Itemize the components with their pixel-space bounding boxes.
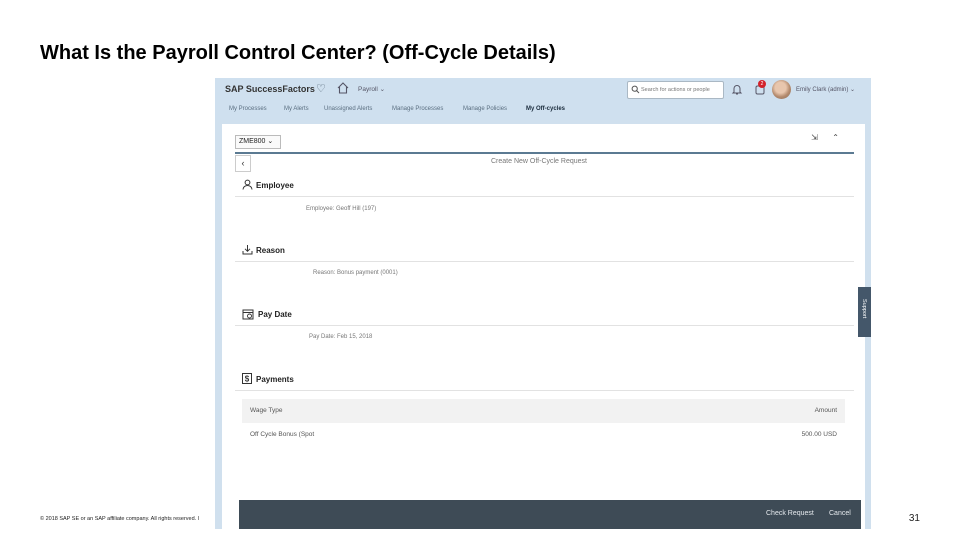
page-number: 31 bbox=[908, 513, 920, 524]
column-header: Amount bbox=[814, 407, 837, 414]
download-icon bbox=[242, 245, 253, 255]
app-screenshot: SAP SuccessFactors ♡ Payroll ⌄ 2 Emily C… bbox=[215, 78, 871, 529]
reason-field: Reason: Bonus payment (0001) bbox=[313, 270, 398, 276]
table-header: Wage Type Amount bbox=[242, 399, 845, 423]
section-pay-date-title: Pay Date bbox=[258, 310, 292, 319]
section-payments-title: Payments bbox=[256, 375, 294, 384]
user-menu[interactable]: Emily Clark (admin) ⌄ bbox=[796, 86, 855, 93]
shell-bar: SAP SuccessFactors ♡ Payroll ⌄ 2 Emily C… bbox=[215, 78, 871, 102]
company-select[interactable]: ZME800 ⌄ bbox=[235, 135, 281, 149]
heart-icon: ♡ bbox=[316, 83, 326, 95]
cancel-button[interactable]: Cancel bbox=[829, 510, 851, 517]
copyright-text: © 2018 SAP SE or an SAP affiliate compan… bbox=[40, 516, 200, 522]
employee-field: Employee: Geoff Hill (197) bbox=[306, 206, 377, 212]
payments-table: Wage Type Amount Off Cycle Bonus (Spot 5… bbox=[242, 399, 845, 447]
notification-badge: 2 bbox=[758, 80, 766, 88]
tab-my-processes[interactable]: My Processes bbox=[229, 106, 267, 112]
header-rule bbox=[235, 152, 854, 154]
tab-my-alerts[interactable]: My Alerts bbox=[284, 106, 309, 112]
search-icon bbox=[631, 85, 640, 94]
support-tab-label: Support bbox=[861, 299, 867, 319]
tab-manage-processes[interactable]: Manage Processes bbox=[392, 106, 443, 112]
collapse-icon[interactable]: ⌃ bbox=[832, 133, 839, 142]
footer-bar: Check Request Cancel bbox=[239, 500, 861, 529]
tab-my-off-cycles[interactable]: My Off-cycles bbox=[526, 106, 565, 112]
app-logo[interactable]: SAP SuccessFactors bbox=[225, 84, 315, 94]
off-cycle-panel: ⇲ ⌃ ZME800 ⌄ ‹ Create New Off-Cycle Requ… bbox=[222, 124, 865, 529]
back-button[interactable]: ‹ bbox=[235, 155, 251, 172]
tab-manage-policies[interactable]: Manage Policies bbox=[463, 106, 507, 112]
search-box[interactable] bbox=[627, 81, 724, 99]
table-row[interactable]: Off Cycle Bonus (Spot 500.00 USD bbox=[242, 423, 845, 447]
divider bbox=[235, 261, 854, 262]
form-title: Create New Off-Cycle Request bbox=[491, 158, 587, 165]
section-reason-title: Reason bbox=[256, 246, 285, 255]
wage-type-cell: Off Cycle Bonus (Spot bbox=[250, 431, 315, 438]
person-icon bbox=[242, 179, 253, 190]
expand-icon[interactable]: ⇲ bbox=[811, 133, 818, 142]
dollar-icon: $ bbox=[242, 373, 252, 384]
divider bbox=[235, 196, 854, 197]
tab-unassigned-alerts[interactable]: Unassigned Alerts bbox=[324, 106, 372, 112]
slide-title: What Is the Payroll Control Center? (Off… bbox=[40, 42, 556, 64]
calendar-icon bbox=[242, 309, 254, 320]
check-request-button[interactable]: Check Request bbox=[766, 510, 814, 517]
search-input[interactable] bbox=[641, 84, 721, 96]
module-select[interactable]: Payroll ⌄ bbox=[358, 85, 385, 93]
panel-tools: ⇲ ⌃ bbox=[801, 127, 839, 145]
avatar[interactable] bbox=[772, 80, 791, 99]
section-employee-title: Employee bbox=[256, 181, 294, 190]
tab-bar: My Processes My Alerts Unassigned Alerts… bbox=[215, 102, 871, 120]
column-header: Wage Type bbox=[250, 407, 283, 414]
support-tab[interactable]: Support bbox=[858, 287, 871, 337]
divider bbox=[235, 325, 854, 326]
bell-icon[interactable] bbox=[731, 83, 743, 96]
svg-text:$: $ bbox=[245, 375, 250, 384]
amount-cell: 500.00 USD bbox=[801, 431, 837, 438]
home-icon[interactable] bbox=[336, 81, 350, 95]
divider bbox=[235, 390, 854, 391]
pay-date-field: Pay Date: Feb 15, 2018 bbox=[309, 334, 373, 340]
